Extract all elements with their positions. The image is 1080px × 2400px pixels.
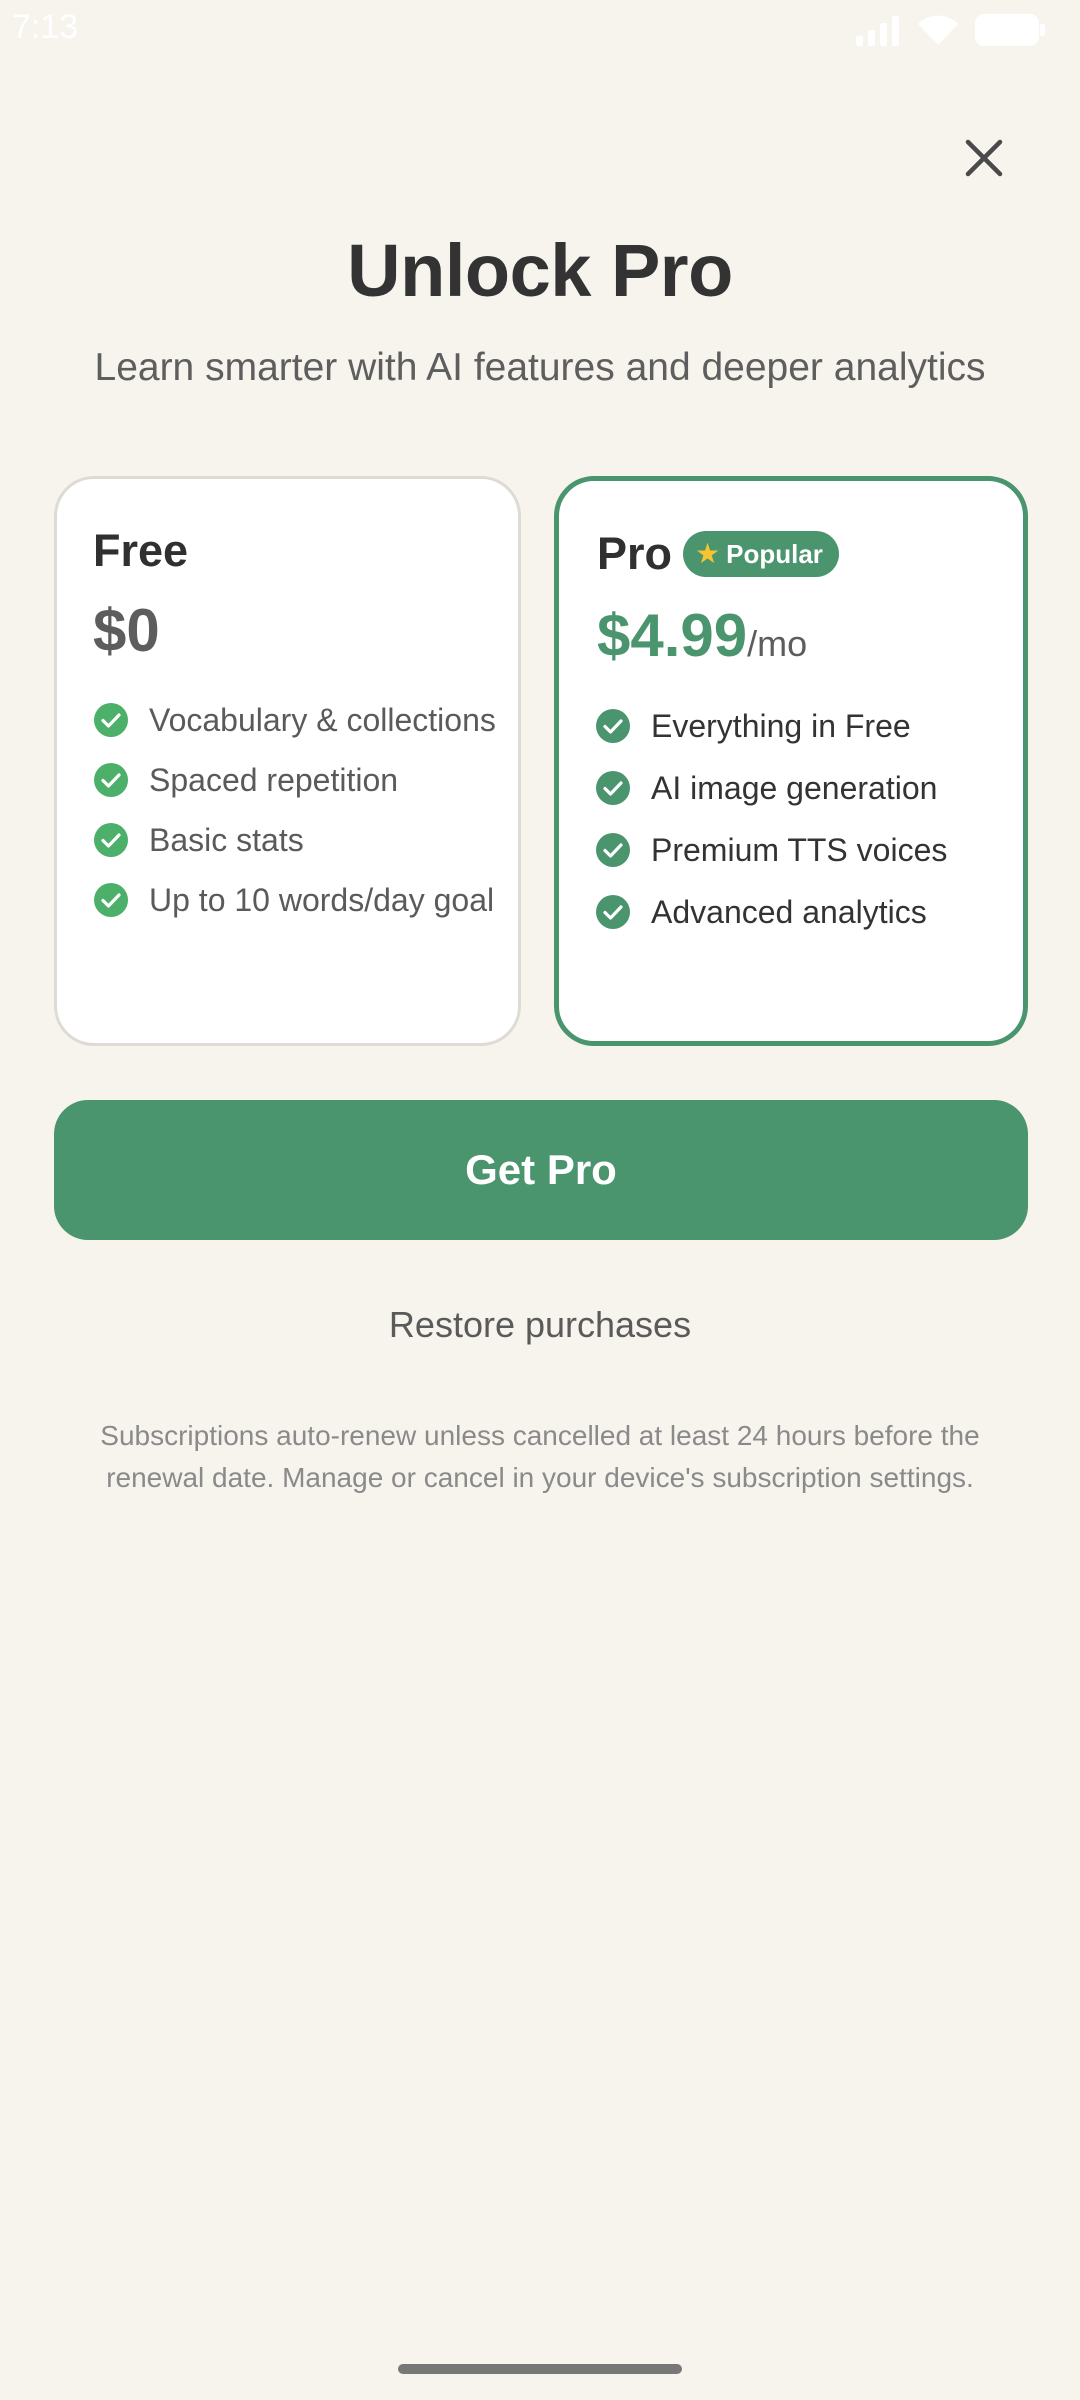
close-icon [964,138,1004,183]
feature-list: Vocabulary & collections Spaced repetiti… [93,701,503,941]
feature-item: Basic stats [93,821,503,859]
plan-price: $4.99 /mo [597,601,807,670]
check-icon [596,833,630,867]
popular-badge: ★ Popular [683,531,839,577]
plan-name: Pro [597,528,673,579]
feature-text: Advanced analytics [651,894,927,930]
feature-text: Basic stats [149,822,304,858]
plan-card-free[interactable]: Free $0 Vocabulary & collections Spaced … [54,476,521,1046]
home-indicator[interactable] [398,2364,682,2374]
status-time: 7:13 [12,8,79,46]
feature-item: Spaced repetition [93,761,503,799]
battery-icon [974,13,1046,47]
feature-text: Vocabulary & collections [149,702,496,738]
feature-text: Spaced repetition [149,762,399,798]
feature-text: Everything in Free [651,708,911,744]
feature-item: Premium TTS voices [595,831,1015,869]
plan-card-pro[interactable]: Pro ★ Popular $4.99 /mo Everything in Fr… [554,476,1028,1046]
check-icon [94,823,128,857]
status-bar: 7:13 [0,0,1080,60]
check-icon [596,771,630,805]
feature-item: Advanced analytics [595,893,1015,931]
page-subtitle: Learn smarter with AI features and deepe… [94,346,986,389]
price-period: /mo [747,623,808,664]
check-icon [596,709,630,743]
subscription-disclaimer: Subscriptions auto-renew unless cancelle… [100,1420,980,1493]
feature-item: Up to 10 words/day goal [93,881,503,919]
feature-list: Everything in Free AI image generation P… [595,707,1015,955]
feature-text: Up to 10 words/day goal [149,882,495,918]
page-title: Unlock Pro [347,229,733,312]
badge-label: Popular [726,538,823,569]
check-icon [596,895,630,929]
feature-item: Vocabulary & collections [93,701,503,739]
signal-icon [854,14,902,46]
plan-name: Free [93,525,189,576]
check-icon [94,883,128,917]
check-icon [94,703,128,737]
feature-text: AI image generation [651,770,938,806]
feature-item: AI image generation [595,769,1015,807]
feature-text: Premium TTS voices [651,832,948,868]
close-button[interactable] [952,128,1016,192]
price-amount: $4.99 [597,602,748,669]
restore-purchases-link[interactable]: Restore purchases [0,1304,1080,1346]
check-icon [94,763,128,797]
star-icon: ★ [695,537,721,570]
plan-price: $0 [93,597,160,664]
feature-item: Everything in Free [595,707,1015,745]
status-icons [854,12,1046,48]
get-pro-button[interactable]: Get Pro [54,1100,1028,1240]
wifi-icon [916,13,960,47]
